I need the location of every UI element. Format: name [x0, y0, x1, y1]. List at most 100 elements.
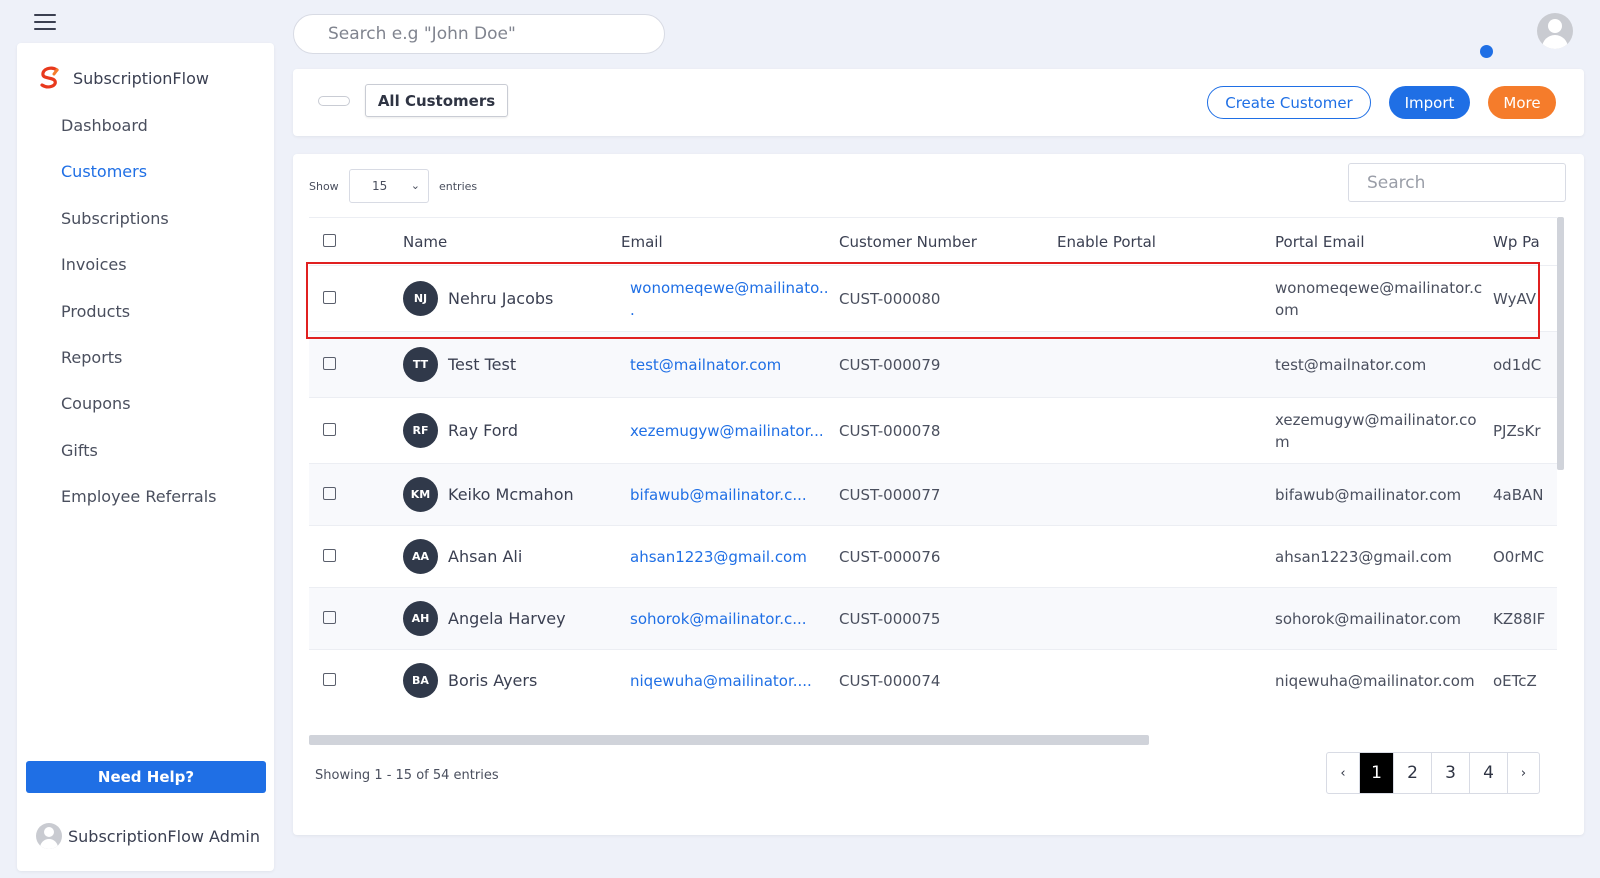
portal-email: sohorok@mailinator.com [1275, 587, 1493, 650]
need-help-button[interactable]: Need Help? [26, 761, 266, 793]
customer-email-link[interactable]: wonomeqewe@mailinato... [621, 277, 839, 321]
customer-number: CUST-000075 [839, 587, 1057, 650]
pagination: ‹ 1 2 3 4 › [1326, 752, 1540, 794]
wp-password: oETcZ [1493, 649, 1557, 712]
column-header-enable-portal[interactable]: Enable Portal [1057, 217, 1275, 266]
customer-avatar: AA [403, 539, 438, 574]
row-checkbox[interactable] [323, 290, 336, 304]
row-checkbox[interactable] [323, 548, 336, 562]
global-search-input[interactable] [293, 14, 665, 54]
vertical-scrollbar[interactable] [1557, 217, 1564, 470]
customer-name[interactable]: Nehru Jacobs [448, 289, 553, 308]
entries-per-page-select[interactable]: 15 ⌄ [349, 169, 429, 203]
row-checkbox[interactable] [323, 610, 336, 624]
customer-name[interactable]: Test Test [448, 355, 516, 374]
brand[interactable]: SubscriptionFlow [37, 65, 209, 91]
table-row[interactable]: TT Test Test test@mailnator.com CUST-0000… [309, 331, 1557, 398]
import-button[interactable]: Import [1389, 86, 1470, 119]
sidebar-item-products[interactable]: Products [17, 289, 274, 335]
customer-name[interactable]: Angela Harvey [448, 609, 566, 628]
sidebar-item-coupons[interactable]: Coupons [17, 381, 274, 427]
customer-name[interactable]: Keiko Mcmahon [448, 485, 574, 504]
pagination-prev-button[interactable]: ‹ [1327, 753, 1359, 793]
table-search-input[interactable] [1348, 163, 1566, 202]
admin-name: SubscriptionFlow Admin [68, 826, 261, 846]
select-all-checkbox[interactable] [323, 233, 336, 247]
customer-avatar: BA [403, 663, 438, 699]
sidebar-item-dashboard[interactable]: Dashboard [17, 103, 274, 149]
pagination-page-2[interactable]: 2 [1393, 753, 1431, 793]
table-scroll-area[interactable]: Name Email Customer Number Enable Portal… [309, 217, 1557, 727]
table-header-row: Name Email Customer Number Enable Portal… [309, 217, 1557, 266]
customer-name[interactable]: Ahsan Ali [448, 547, 522, 566]
customer-name[interactable]: Ray Ford [448, 421, 518, 440]
sidebar-item-reports[interactable]: Reports [17, 335, 274, 381]
table-row[interactable]: AH Angela Harvey sohorok@mailinator.c... … [309, 587, 1557, 650]
pagination-next-button[interactable]: › [1507, 753, 1539, 793]
customer-avatar: RF [403, 413, 438, 448]
sidebar-item-invoices[interactable]: Invoices [17, 242, 274, 288]
customer-email-link[interactable]: ahsan1223@gmail.com [621, 548, 839, 566]
customer-email-text-cont: . [630, 300, 635, 319]
row-checkbox[interactable] [323, 422, 336, 436]
portal-email: test@mailnator.com [1275, 331, 1493, 398]
row-checkbox[interactable] [323, 672, 336, 686]
customer-email-link[interactable]: niqewuha@mailinator.... [621, 672, 839, 690]
table-row[interactable]: RF Ray Ford xezemugyw@mailinator... CUST-… [309, 397, 1557, 464]
customer-email-text: wonomeqewe@mailinato.. [630, 278, 829, 297]
portal-email: ahsan1223@gmail.com [1275, 525, 1493, 588]
row-checkbox[interactable] [323, 486, 336, 500]
customer-name[interactable]: Boris Ayers [448, 671, 537, 690]
wp-password: od1dC [1493, 331, 1557, 398]
row-checkbox[interactable] [323, 356, 336, 370]
portal-email-text-cont: m [1275, 432, 1290, 451]
create-customer-button[interactable]: Create Customer [1207, 86, 1371, 119]
enable-portal-cell [1057, 331, 1275, 398]
sidebar: SubscriptionFlow Dashboard Customers Sub… [17, 43, 274, 871]
wp-password: 4aBAN [1493, 463, 1557, 526]
customer-email-link[interactable]: sohorok@mailinator.c... [621, 610, 839, 628]
column-header-name[interactable]: Name [403, 217, 621, 266]
customer-email-link[interactable]: bifawub@mailinator.c... [621, 486, 839, 504]
sidebar-item-employee-referrals[interactable]: Employee Referrals [17, 474, 274, 520]
customer-email-link[interactable]: xezemugyw@mailinator... [621, 422, 839, 440]
table-row[interactable]: AA Ahsan Ali ahsan1223@gmail.com CUST-000… [309, 525, 1557, 588]
chevron-down-icon: ⌄ [410, 179, 420, 192]
pagination-page-4[interactable]: 4 [1469, 753, 1507, 793]
customer-number: CUST-000080 [839, 265, 1057, 332]
pagination-page-1[interactable]: 1 [1359, 753, 1393, 793]
column-header-customer-number[interactable]: Customer Number [839, 217, 1057, 266]
customer-avatar: KM [403, 477, 438, 512]
table-row[interactable]: BA Boris Ayers niqewuha@mailinator.... CU… [309, 649, 1557, 712]
column-header-email[interactable]: Email [621, 217, 839, 266]
table-row[interactable]: KM Keiko Mcmahon bifawub@mailinator.c... … [309, 463, 1557, 526]
column-header-portal-email[interactable]: Portal Email [1275, 217, 1493, 266]
table-row[interactable]: NJ Nehru Jacobs wonomeqewe@mailinato... C… [309, 265, 1557, 332]
pagination-page-3[interactable]: 3 [1431, 753, 1469, 793]
sidebar-item-gifts[interactable]: Gifts [17, 428, 274, 474]
user-avatar-icon[interactable] [1537, 13, 1573, 49]
showing-entries-text: Showing 1 - 15 of 54 entries [315, 768, 499, 783]
wp-password: O0rMC [1493, 525, 1557, 588]
sidebar-item-customers[interactable]: Customers [17, 149, 274, 195]
customer-avatar: AH [403, 601, 438, 636]
entries-label: entries [439, 180, 478, 193]
customers-table-card: Show 15 ⌄ entries Name Email Customer Nu… [293, 154, 1584, 835]
sidebar-item-subscriptions[interactable]: Subscriptions [17, 196, 274, 242]
enable-portal-cell [1057, 649, 1275, 712]
customer-avatar: TT [403, 347, 438, 382]
portal-email-text: wonomeqewe@mailinator.c [1275, 278, 1483, 297]
all-customers-view-button[interactable]: All Customers [365, 84, 508, 117]
brand-name: SubscriptionFlow [73, 68, 209, 88]
portal-email: xezemugyw@mailinator.co m [1275, 397, 1493, 464]
wp-password: PJZsKr [1493, 397, 1557, 464]
horizontal-scrollbar-thumb[interactable] [309, 735, 1149, 745]
customer-email-link[interactable]: test@mailnator.com [621, 356, 839, 374]
hamburger-menu-icon[interactable] [34, 14, 56, 30]
horizontal-scrollbar[interactable] [309, 735, 1557, 745]
column-header-wp-password[interactable]: Wp Pa [1493, 217, 1557, 266]
admin-avatar-icon [36, 823, 62, 849]
view-toggle[interactable] [318, 96, 350, 106]
admin-profile[interactable]: SubscriptionFlow Admin [36, 823, 260, 849]
more-button[interactable]: More [1488, 86, 1556, 119]
